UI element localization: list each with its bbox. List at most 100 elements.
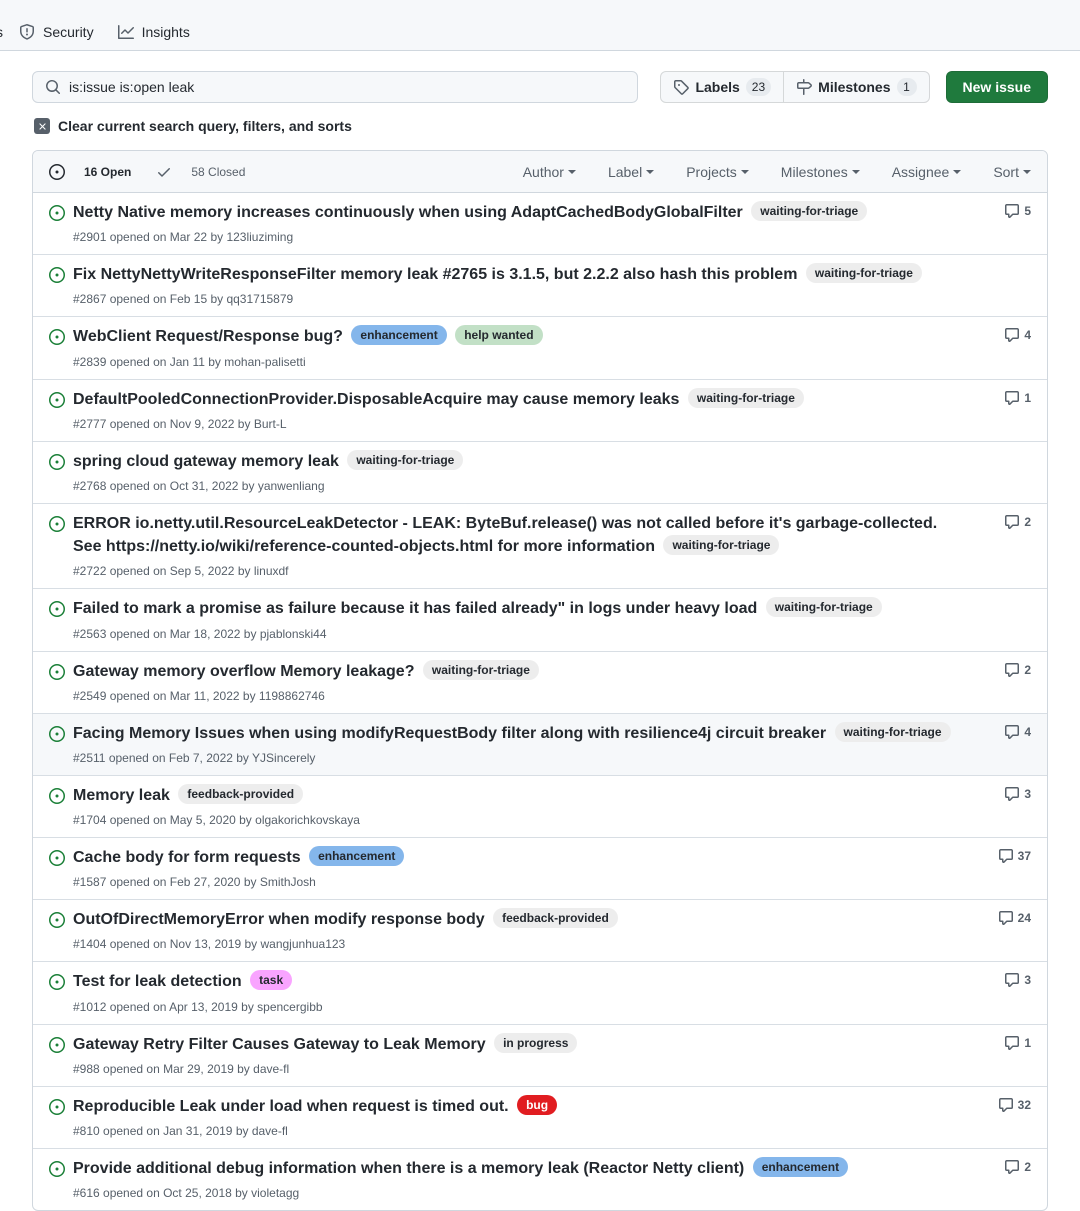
filter-projects-dropdown[interactable]: Projects: [686, 164, 749, 180]
issue-row[interactable]: DefaultPooledConnectionProvider.Disposab…: [33, 378, 1047, 441]
filter-label-dropdown[interactable]: Label: [607, 163, 655, 180]
issue-row-main: Failed to mark a promise as failure beca…: [73, 597, 979, 642]
issue-comment-count[interactable]: 4: [979, 724, 1031, 740]
issue-row[interactable]: Memory leak feedback-provided #1704 opene…: [33, 774, 1047, 837]
issue-title-line: Failed to mark a promise as failure beca…: [73, 597, 967, 620]
issue-label[interactable]: waiting-for-triage: [834, 721, 951, 742]
issue-comment-count[interactable]: 2: [979, 1159, 1031, 1175]
issue-opened-icon: [49, 453, 65, 470]
filter-author-dropdown[interactable]: Author: [523, 164, 576, 180]
issue-row[interactable]: spring cloud gateway memory leak waiting…: [33, 440, 1047, 503]
nav-item-insights[interactable]: Insights: [110, 24, 198, 54]
issue-label[interactable]: bug: [517, 1094, 558, 1115]
issue-row[interactable]: OutOfDirectMemoryError when modify respo…: [33, 899, 1047, 961]
issue-title-link[interactable]: OutOfDirectMemoryError when modify respo…: [73, 911, 485, 928]
issue-title-link[interactable]: Cache body for form requests: [73, 849, 301, 866]
issue-title-link[interactable]: Memory leak: [73, 787, 170, 804]
issue-label[interactable]: help wanted: [455, 325, 543, 346]
issue-opened-icon: [49, 1098, 65, 1115]
issue-title-line: Memory leak feedback-provided: [73, 783, 967, 807]
issue-label[interactable]: waiting-for-triage: [765, 597, 882, 618]
issue-label[interactable]: enhancement: [309, 846, 405, 867]
issue-comment-count[interactable]: 32: [979, 1097, 1031, 1113]
issue-row-main: Cache body for form requests enhancement…: [73, 846, 979, 891]
issue-opened-icon: [49, 725, 65, 742]
issue-label[interactable]: waiting-for-triage: [347, 449, 464, 470]
issue-title-link[interactable]: Failed to mark a promise as failure beca…: [73, 600, 757, 617]
issue-row-main: Provide additional debug information whe…: [73, 1157, 979, 1202]
search-input[interactable]: [69, 79, 626, 95]
clear-filters-link[interactable]: Clear current search query, filters, and…: [34, 118, 1048, 134]
comment-count-label: 3: [1024, 973, 1031, 988]
search-box[interactable]: [32, 71, 639, 103]
filter-assignee-dropdown[interactable]: Assignee: [892, 164, 962, 180]
issue-row[interactable]: Reproducible Leak under load when reques…: [33, 1085, 1047, 1148]
issue-title-link[interactable]: Provide additional debug information whe…: [73, 1160, 744, 1177]
issue-title-link[interactable]: Test for leak detection: [73, 973, 242, 990]
issue-comment-count[interactable]: 24: [979, 910, 1031, 926]
issue-label[interactable]: enhancement: [752, 1157, 849, 1177]
issue-row[interactable]: Provide additional debug information whe…: [33, 1148, 1047, 1210]
issue-label[interactable]: waiting-for-triage: [687, 387, 804, 408]
filter-sort-dropdown[interactable]: Sort: [993, 164, 1031, 180]
issue-title-link[interactable]: ERROR io.netty.util.ResourceLeakDetector…: [73, 515, 937, 555]
issue-row[interactable]: Failed to mark a promise as failure beca…: [33, 588, 1047, 650]
issue-label[interactable]: enhancement: [351, 325, 447, 346]
issue-comment-count[interactable]: 2: [979, 662, 1031, 678]
issue-row[interactable]: Test for leak detection task #1012 opened…: [33, 961, 1047, 1023]
issue-comment-count[interactable]: 4: [979, 327, 1031, 343]
filter-open-issues[interactable]: 16 Open: [49, 162, 140, 182]
labels-button[interactable]: Labels 23: [660, 71, 785, 103]
issue-comment-count[interactable]: 3: [979, 786, 1031, 802]
issue-comment-count[interactable]: 37: [979, 848, 1031, 864]
issue-comment-count[interactable]: 3: [979, 972, 1031, 988]
milestones-button[interactable]: Milestones 1: [784, 71, 930, 103]
issue-label[interactable]: feedback-provided: [178, 783, 304, 804]
issue-title-link[interactable]: Facing Memory Issues when using modifyRe…: [73, 725, 826, 742]
issue-row[interactable]: Fix NettyNettyWriteResponseFilter memory…: [33, 254, 1047, 316]
issue-comment-count[interactable]: 5: [979, 203, 1031, 219]
issue-opened-icon: [49, 1161, 65, 1177]
nav-item-truncated[interactable]: s: [0, 24, 3, 54]
issue-row[interactable]: Cache body for form requests enhancement…: [33, 837, 1047, 899]
issue-label[interactable]: waiting-for-triage: [805, 263, 922, 284]
new-issue-button[interactable]: New issue: [945, 71, 1048, 103]
issue-row[interactable]: ERROR io.netty.util.ResourceLeakDetector…: [33, 502, 1047, 588]
issue-row[interactable]: Netty Native memory increases continuous…: [33, 193, 1047, 254]
issue-comment-count[interactable]: 1: [979, 390, 1031, 406]
issue-title-link[interactable]: Netty Native memory increases continuous…: [73, 204, 743, 221]
nav-item-security[interactable]: Security: [11, 24, 102, 54]
issue-row[interactable]: Gateway memory overflow Memory leakage? …: [33, 650, 1047, 713]
issue-label[interactable]: feedback-provided: [493, 908, 618, 929]
issue-title-link[interactable]: Gateway memory overflow Memory leakage?: [73, 663, 414, 680]
filter-milestones-dropdown[interactable]: Milestones: [781, 164, 860, 180]
issue-title-link[interactable]: Reproducible Leak under load when reques…: [73, 1098, 509, 1115]
issue-title-link[interactable]: Gateway Retry Filter Causes Gateway to L…: [73, 1036, 486, 1053]
chevron-down-icon: [953, 169, 962, 174]
filter-closed-issues[interactable]: 58 Closed: [156, 162, 254, 182]
issue-title-link[interactable]: spring cloud gateway memory leak: [73, 453, 339, 470]
issue-label[interactable]: in progress: [494, 1032, 578, 1053]
chevron-down-icon: [646, 169, 655, 174]
comment-icon: [1004, 1035, 1020, 1051]
issues-rows: Netty Native memory increases continuous…: [33, 193, 1047, 1210]
issue-row[interactable]: Facing Memory Issues when using modifyRe…: [33, 712, 1047, 775]
issue-comment-count[interactable]: 1: [979, 1035, 1031, 1051]
issue-comment-count[interactable]: 2: [979, 514, 1031, 530]
issue-title-link[interactable]: WebClient Request/Response bug?: [73, 328, 343, 345]
issue-row[interactable]: WebClient Request/Response bug? enhancem…: [33, 316, 1047, 378]
issue-title-line: Fix NettyNettyWriteResponseFilter memory…: [73, 263, 967, 286]
issue-label[interactable]: waiting-for-triage: [422, 659, 539, 680]
issue-title-link[interactable]: DefaultPooledConnectionProvider.Disposab…: [73, 391, 679, 408]
issue-label[interactable]: waiting-for-triage: [751, 201, 868, 221]
filter-label-label: Label: [607, 163, 643, 180]
nav-item-insights-label: Insights: [141, 24, 190, 40]
issue-label[interactable]: waiting-for-triage: [663, 535, 780, 556]
issue-row-main: Facing Memory Issues when using modifyRe…: [73, 721, 979, 767]
issue-row[interactable]: Gateway Retry Filter Causes Gateway to L…: [33, 1023, 1047, 1086]
issue-meta: #1704 opened on May 5, 2020 by olgakoric…: [73, 813, 360, 828]
issue-label[interactable]: task: [250, 970, 293, 991]
issue-title-link[interactable]: Fix NettyNettyWriteResponseFilter memory…: [73, 266, 797, 283]
comment-count-label: 2: [1024, 662, 1031, 677]
issue-row-main: OutOfDirectMemoryError when modify respo…: [73, 908, 979, 953]
